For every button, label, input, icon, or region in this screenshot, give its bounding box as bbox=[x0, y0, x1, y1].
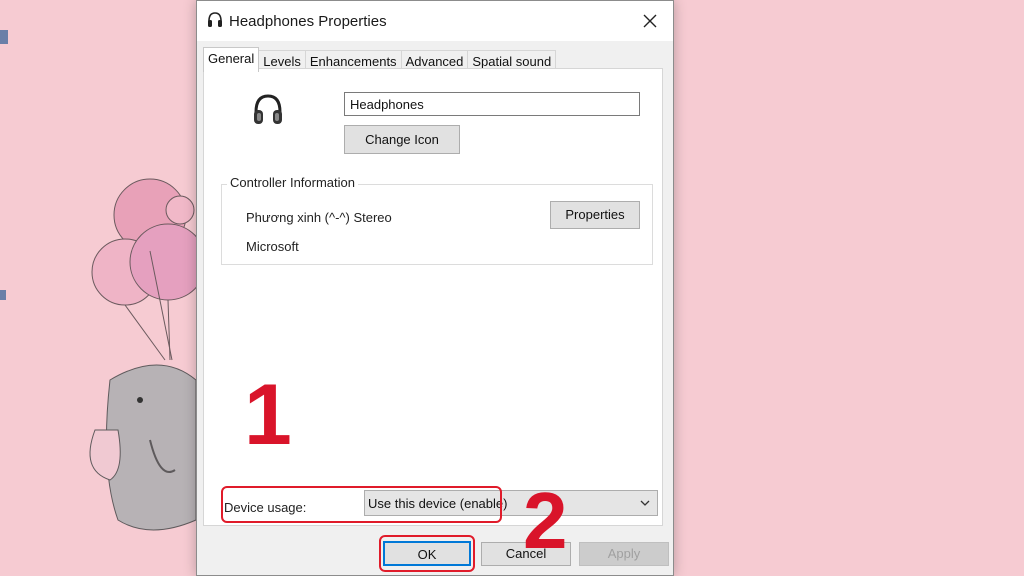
controller-information-label: Controller Information bbox=[227, 175, 358, 190]
desktop-icon[interactable] bbox=[0, 290, 6, 300]
controller-vendor: Microsoft bbox=[246, 239, 299, 254]
close-button[interactable] bbox=[627, 1, 673, 41]
elephant-illustration bbox=[89, 364, 197, 531]
device-usage-label: Device usage: bbox=[224, 500, 307, 515]
tab-general[interactable]: General bbox=[203, 47, 260, 72]
dialog-title: Headphones Properties bbox=[229, 13, 387, 30]
headphones-icon bbox=[254, 94, 282, 124]
chevron-down-icon bbox=[640, 500, 650, 506]
close-icon bbox=[643, 14, 657, 28]
annotation-step-1: 1 bbox=[244, 367, 292, 463]
apply-button[interactable]: Apply bbox=[579, 542, 669, 566]
headphones-icon bbox=[208, 12, 222, 27]
desktop-icon[interactable] bbox=[0, 30, 8, 44]
controller-information-group: Controller Information Phương xinh (^-^)… bbox=[221, 175, 653, 265]
properties-dialog: Headphones Properties General Levels Enh… bbox=[196, 0, 674, 576]
controller-properties-button[interactable]: Properties bbox=[550, 201, 640, 229]
dialog-button-row: OK Cancel Apply bbox=[197, 539, 673, 569]
general-tab-panel: Change Icon Controller Information Phươn… bbox=[203, 68, 663, 526]
change-icon-button[interactable]: Change Icon bbox=[344, 125, 460, 154]
device-usage-value: Use this device (enable) bbox=[368, 496, 508, 511]
controller-name: Phương xinh (^-^) Stereo bbox=[246, 210, 392, 225]
annotation-step-2: 2 bbox=[523, 476, 568, 565]
device-name-input[interactable] bbox=[344, 92, 640, 116]
tab-bar: General Levels Enhancements Advanced Spa… bbox=[203, 47, 557, 72]
balloons-illustration bbox=[91, 178, 207, 361]
device-usage-dropdown[interactable]: Use this device (enable) bbox=[364, 490, 658, 516]
ok-button[interactable]: OK bbox=[383, 541, 471, 566]
title-bar: Headphones Properties bbox=[197, 1, 673, 41]
